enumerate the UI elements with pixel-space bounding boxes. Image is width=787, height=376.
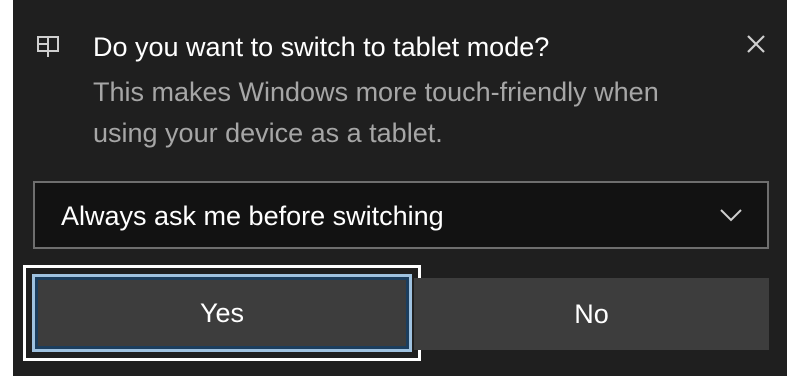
tablet-mode-icon [37, 36, 59, 58]
notification-body: This makes Windows more touch-friendly w… [93, 77, 659, 148]
dropdown-selected-value: Always ask me before switching [61, 201, 444, 231]
close-icon[interactable] [742, 30, 770, 58]
yes-button[interactable]: Yes [32, 274, 412, 352]
notification-title: Do you want to switch to tablet mode? [93, 32, 550, 62]
tablet-mode-notification: Do you want to switch to tablet mode? Th… [13, 0, 787, 376]
chevron-down-icon [719, 207, 743, 223]
switch-behavior-dropdown[interactable]: Always ask me before switching [33, 181, 769, 249]
no-button[interactable]: No [414, 278, 769, 350]
